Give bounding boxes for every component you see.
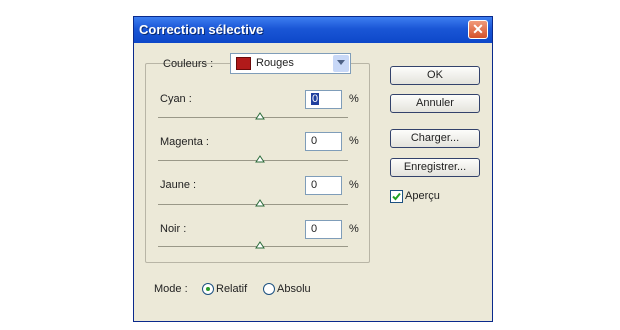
mode-relative-label: Relatif <box>216 283 248 295</box>
chevron-down-icon[interactable] <box>333 55 349 72</box>
preview-label: Aperçu <box>405 190 440 202</box>
yellow-slider-thumb[interactable] <box>255 199 265 207</box>
yellow-input[interactable]: 0 <box>305 176 342 195</box>
mode-absolute-label: Absolu <box>277 283 311 295</box>
mode-absolute-radio[interactable] <box>263 283 275 295</box>
mode-label: Mode : <box>154 283 188 295</box>
black-slider-track[interactable] <box>158 246 348 247</box>
cyan-input[interactable]: 0 <box>305 90 342 109</box>
cyan-slider-track[interactable] <box>158 117 348 118</box>
mode-relative-radio[interactable] <box>202 283 214 295</box>
cancel-button[interactable]: Annuler <box>390 94 480 113</box>
black-label: Noir : <box>160 223 187 235</box>
yellow-slider-track[interactable] <box>158 204 348 205</box>
black-slider-thumb[interactable] <box>255 241 265 249</box>
yellow-unit: % <box>349 179 359 191</box>
yellow-value: 0 <box>311 179 318 191</box>
title-bar: Correction sélective ✕ <box>134 17 492 43</box>
black-value: 0 <box>311 223 318 235</box>
color-swatch <box>236 57 251 70</box>
radio-selected-dot <box>206 287 210 291</box>
magenta-value: 0 <box>311 135 318 147</box>
black-input[interactable]: 0 <box>305 220 342 239</box>
colors-selected-value: Rouges <box>256 57 294 69</box>
magenta-slider-track[interactable] <box>158 160 348 161</box>
selective-color-dialog: Correction sélective ✕ Couleurs : Rouges… <box>133 16 493 322</box>
cyan-label: Cyan : <box>160 93 192 105</box>
magenta-input[interactable]: 0 <box>305 132 342 151</box>
colors-dropdown[interactable]: Rouges <box>230 53 351 74</box>
black-unit: % <box>349 223 359 235</box>
cyan-value: 0 <box>311 93 320 105</box>
cyan-unit: % <box>349 93 359 105</box>
close-icon: ✕ <box>472 21 484 37</box>
dialog-title: Correction sélective <box>139 22 264 37</box>
colors-label: Couleurs : <box>163 58 214 70</box>
preview-checkbox[interactable] <box>390 190 403 203</box>
yellow-label: Jaune : <box>160 179 197 191</box>
checkmark-icon <box>392 192 401 201</box>
cyan-slider-thumb[interactable] <box>255 112 265 120</box>
save-button[interactable]: Enregistrer... <box>390 158 480 177</box>
ok-button[interactable]: OK <box>390 66 480 85</box>
magenta-slider-thumb[interactable] <box>255 155 265 163</box>
close-button[interactable]: ✕ <box>468 20 488 39</box>
load-button[interactable]: Charger... <box>390 129 480 148</box>
magenta-unit: % <box>349 135 359 147</box>
magenta-label: Magenta : <box>160 136 209 148</box>
